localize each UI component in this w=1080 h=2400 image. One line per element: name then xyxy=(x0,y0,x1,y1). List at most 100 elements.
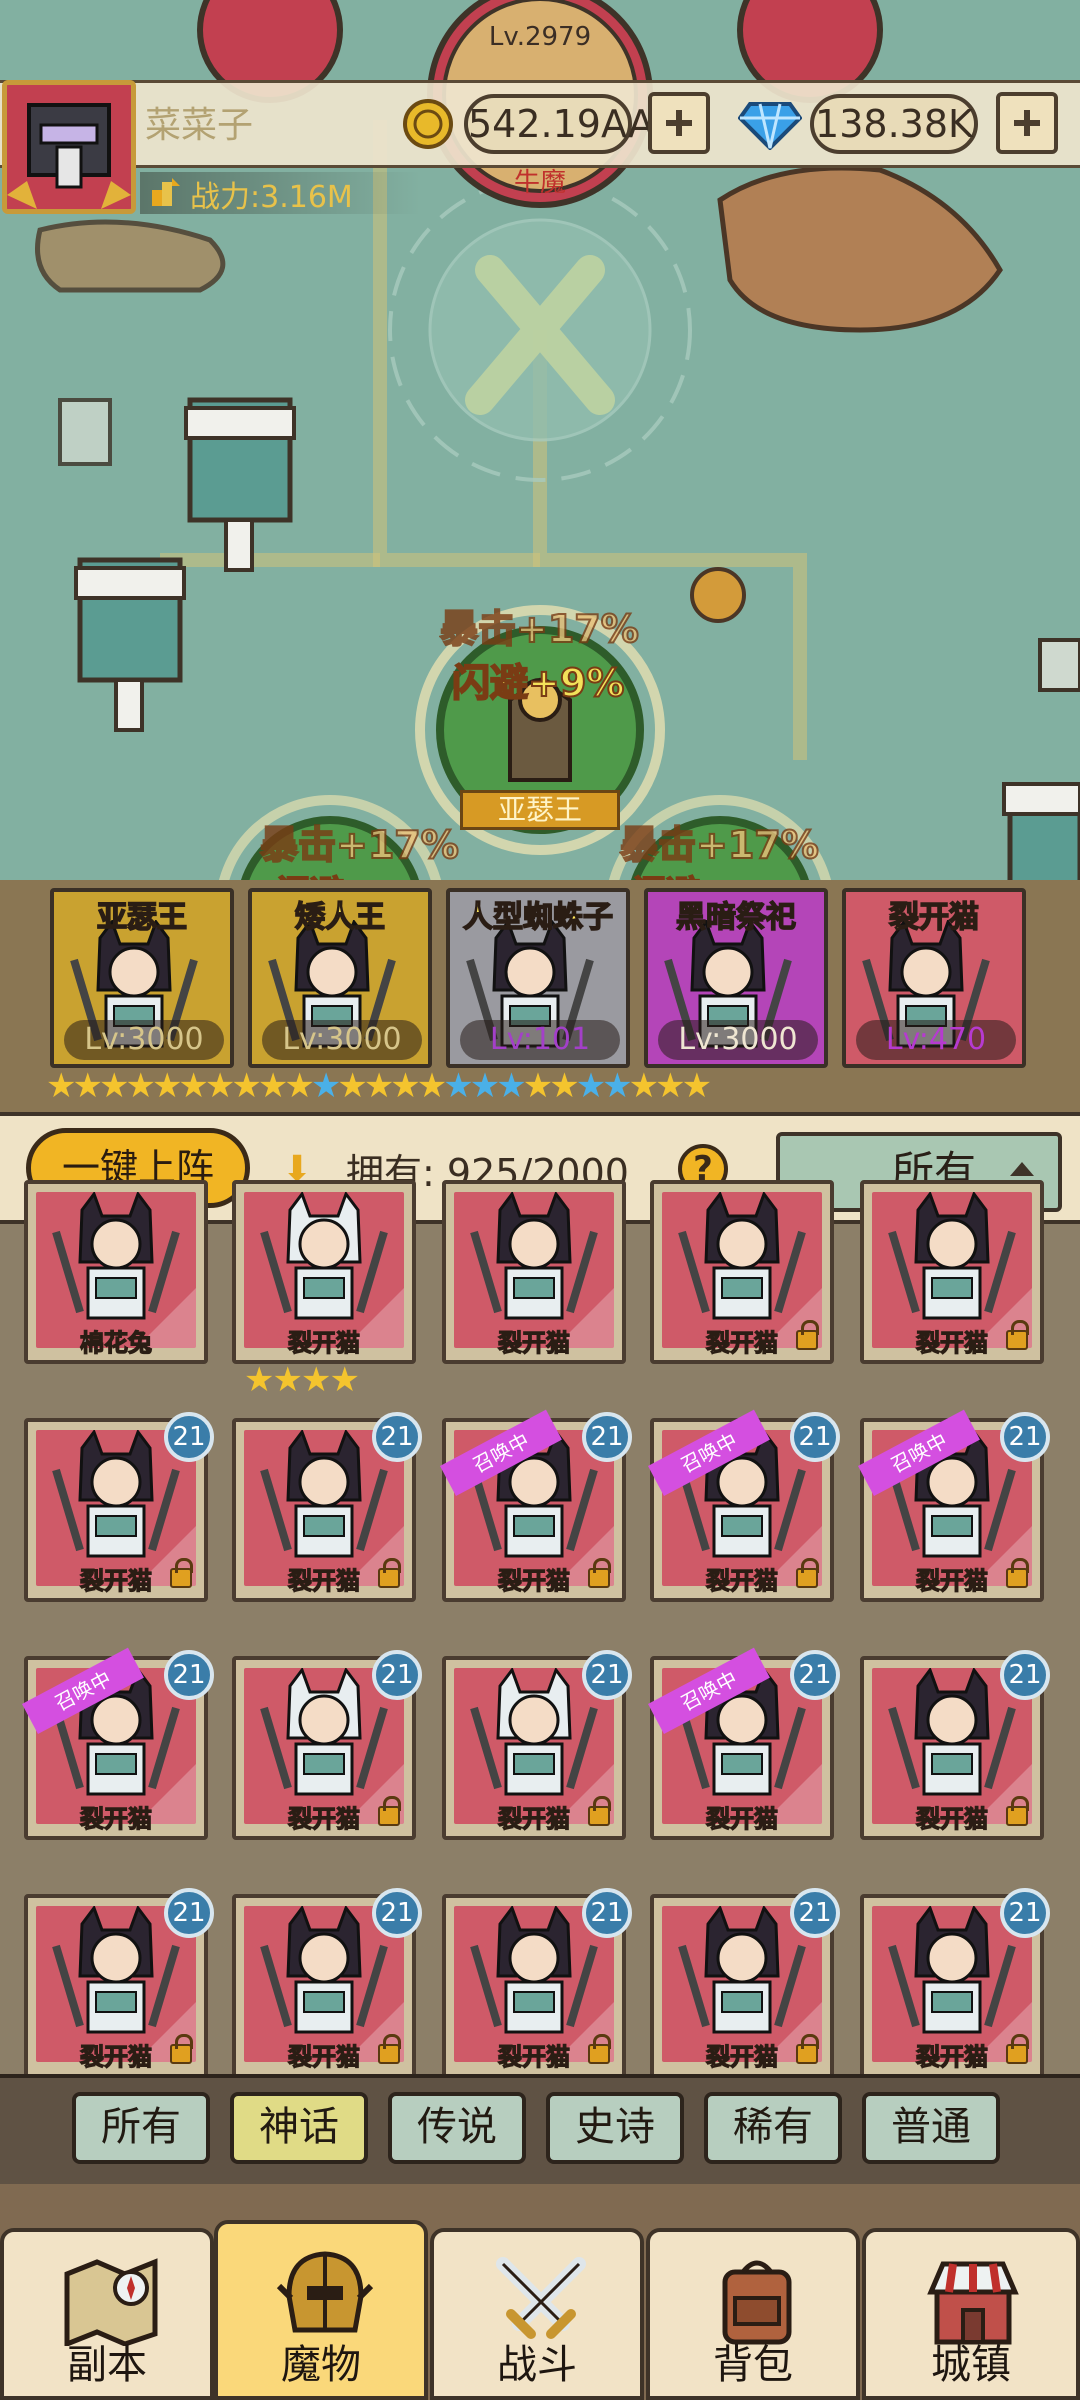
monster-card[interactable]: 棉花兔 xyxy=(24,1180,208,1364)
star-icon: ★ xyxy=(655,1066,686,1106)
level-badge: 21 xyxy=(372,1412,422,1462)
monster-card[interactable]: 裂开猫 21 xyxy=(24,1412,214,1602)
star-icon: ★ xyxy=(496,1066,527,1106)
lock-icon xyxy=(1006,1320,1029,1350)
lineup-hero-level: Lv:101 xyxy=(460,1020,620,1060)
lineup-slot[interactable]: 人型蜘蛛子 Lv:101 xyxy=(446,888,630,1068)
gold-amount: 542.19AA xyxy=(464,94,654,154)
level-badge: 21 xyxy=(1000,1888,1050,1938)
lineup-slot[interactable]: 矮人王 Lv:3000 xyxy=(248,888,432,1068)
star-icon: ★ xyxy=(469,1066,501,1106)
lineup-hero-name: 黑暗祭祀 xyxy=(675,899,797,936)
nav-map[interactable]: 副本 xyxy=(0,2228,214,2400)
add-gems-button[interactable] xyxy=(996,92,1058,154)
star-icon: ★ xyxy=(310,1066,342,1106)
rarity-tab[interactable]: 史诗 xyxy=(546,2092,684,2164)
lock-icon xyxy=(796,1558,819,1588)
monster-card[interactable]: 裂开猫 21 xyxy=(232,1412,422,1602)
lock-icon xyxy=(1006,1796,1029,1826)
star-icon: ★ xyxy=(72,1066,103,1106)
lineup-hero-level: Lv:3000 xyxy=(262,1020,422,1060)
rarity-tab[interactable]: 稀有 xyxy=(704,2092,842,2164)
level-badge: 21 xyxy=(372,1888,422,1938)
monster-card[interactable]: 裂开猫 21 xyxy=(442,1650,632,1840)
lineup-slot[interactable]: 黑暗祭祀 Lv:3000 xyxy=(644,888,828,1068)
monster-card[interactable]: 裂开猫 xyxy=(650,1180,834,1364)
lineup-slot[interactable]: 亚瑟王 Lv:3000 xyxy=(50,888,234,1068)
monster-card[interactable]: 裂开猫 21 召唤中 xyxy=(858,1409,1050,1602)
rarity-tab[interactable]: 普通 xyxy=(862,2092,1000,2164)
nav-swords[interactable]: 战斗 xyxy=(430,2228,644,2400)
nav-label: 副本 xyxy=(67,2342,147,2388)
monster-card[interactable]: 裂开猫 21 xyxy=(232,1888,422,2078)
player-avatar[interactable] xyxy=(2,80,136,214)
level-badge: 21 xyxy=(372,1650,422,1700)
buff-top-dodge: 闪避+9% xyxy=(451,660,625,706)
lock-icon xyxy=(588,1796,611,1826)
nav-backpack[interactable]: 背包 xyxy=(646,2228,860,2400)
caret-up-icon xyxy=(1010,1162,1034,1176)
star-icon: ★ xyxy=(363,1066,395,1106)
level-badge: 21 xyxy=(1000,1412,1050,1462)
level-badge: 21 xyxy=(164,1412,214,1462)
monster-card[interactable]: 裂开猫 21 xyxy=(442,1888,632,2078)
lineup-hero-level: Lv:3000 xyxy=(64,1020,224,1060)
star-icon: ★ xyxy=(575,1066,607,1106)
monster-card[interactable]: 裂开猫 21 xyxy=(860,1888,1050,2078)
add-gold-button[interactable] xyxy=(648,92,710,154)
star-icon: ★ xyxy=(284,1066,315,1106)
combat-power: 战力:3.16M xyxy=(190,180,353,215)
gem-amount: 138.38K xyxy=(810,94,978,154)
lock-icon xyxy=(588,1558,611,1588)
monster-card[interactable]: 裂开猫 xyxy=(442,1180,626,1364)
monster-name: 裂开猫 xyxy=(497,1328,570,1357)
level-badge: 21 xyxy=(790,1888,840,1938)
monster-card[interactable]: 裂开猫 xyxy=(232,1180,416,1364)
lock-icon xyxy=(796,2034,819,2064)
star-icon: ★ xyxy=(628,1066,660,1106)
rarity-tab[interactable]: 神话 xyxy=(230,2092,368,2164)
lock-icon xyxy=(1006,2034,1029,2064)
lock-icon xyxy=(170,1558,193,1588)
star-icon: ★ xyxy=(178,1066,209,1106)
monster-card[interactable]: 裂开猫 21 xyxy=(232,1650,422,1840)
rarity-tab[interactable]: 所有 xyxy=(72,2092,210,2164)
monster-card[interactable]: 裂开猫 21 xyxy=(650,1888,840,2078)
lineup-slot[interactable]: 裂开猫 Lv:470 xyxy=(842,888,1026,1068)
star-icon: ★ xyxy=(257,1066,289,1106)
nav-shop[interactable]: 城镇 xyxy=(862,2228,1080,2400)
monster-card[interactable]: 裂开猫 21 召唤中 xyxy=(648,1647,840,1840)
monster-name: 裂开猫 xyxy=(705,1804,778,1833)
monster-name: 棉花兔 xyxy=(79,1328,152,1357)
monster-card[interactable]: 裂开猫 21 xyxy=(860,1650,1050,1840)
monster-card[interactable]: 裂开猫 21 召唤中 xyxy=(648,1409,840,1602)
lineup-hero-name: 人型蜘蛛子 xyxy=(462,899,614,936)
level-badge: 21 xyxy=(164,1888,214,1938)
star-icon: ★ xyxy=(443,1066,474,1106)
star-icon: ★ xyxy=(522,1066,554,1106)
buff-right-crit: 暴击+17% xyxy=(619,822,820,868)
leader-name-banner[interactable]: 亚瑟王 xyxy=(460,790,620,830)
monster-card[interactable]: 裂开猫 21 召唤中 xyxy=(22,1647,214,1840)
star-icon: ★ xyxy=(231,1066,262,1106)
rarity-tab[interactable]: 传说 xyxy=(388,2092,526,2164)
lineup-hero-level: Lv:3000 xyxy=(658,1020,818,1060)
avatar-portrait-icon xyxy=(7,85,131,209)
monster-card[interactable]: 裂开猫 21 xyxy=(24,1888,214,2078)
lock-icon xyxy=(796,1320,819,1350)
star-icon: ★ xyxy=(46,1066,77,1106)
star-icon: ★ xyxy=(390,1066,421,1106)
lock-icon xyxy=(1006,1558,1029,1588)
player-name: 菜菜子 xyxy=(145,105,254,146)
star-icon: ★ xyxy=(204,1066,236,1106)
nav-label: 城镇 xyxy=(931,2342,1011,2388)
monster-card[interactable]: 裂开猫 21 召唤中 xyxy=(440,1409,632,1602)
monster-name: 裂开猫 xyxy=(287,1328,360,1357)
nav-label: 背包 xyxy=(713,2342,793,2388)
level-badge: 21 xyxy=(164,1650,214,1700)
power-icon xyxy=(150,176,182,208)
level-badge: 21 xyxy=(790,1412,840,1462)
monster-card[interactable]: 裂开猫 xyxy=(860,1180,1044,1364)
lineup-hero-name: 矮人王 xyxy=(294,899,386,936)
nav-helmet[interactable]: 魔物 xyxy=(214,2220,428,2400)
